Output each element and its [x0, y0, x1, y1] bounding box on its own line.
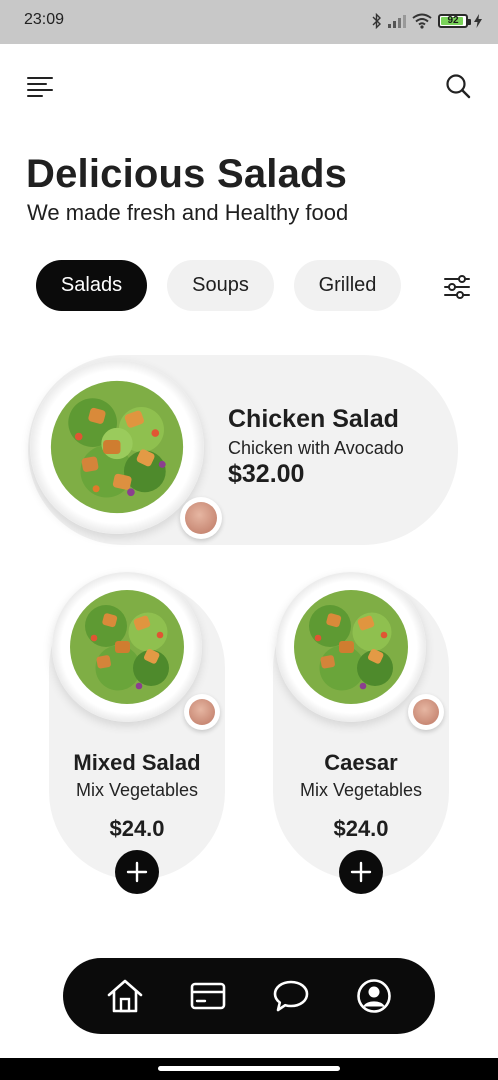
profile-icon: [356, 979, 391, 1013]
chat-icon: [273, 980, 308, 1012]
card-icon: [190, 982, 225, 1010]
featured-item-description: Chicken with Avocado: [228, 438, 404, 458]
status-time: 23:09: [24, 11, 65, 28]
nav-profile[interactable]: [352, 974, 396, 1018]
item-name: Mixed Salad: [73, 750, 201, 775]
plus-icon: [126, 861, 148, 883]
plus-icon: [350, 861, 372, 883]
battery-indicator: 92: [438, 14, 471, 28]
item-price: $24.0: [333, 816, 389, 841]
bottom-navigation: [63, 958, 435, 1034]
search-icon: [446, 74, 471, 99]
item-description: Mix Vegetables: [75, 780, 199, 800]
home-icon: [107, 979, 142, 1013]
menu-button[interactable]: [22, 68, 58, 104]
wifi-icon: [412, 13, 432, 29]
featured-item-price: $32.00: [228, 460, 305, 488]
charging-icon: [474, 14, 482, 28]
page-title: Delicious Salads: [26, 152, 348, 196]
signal-icon: [388, 15, 406, 28]
battery-level: 92: [447, 15, 459, 26]
bluetooth-icon: [372, 13, 381, 29]
nav-messages[interactable]: [269, 974, 313, 1018]
item-name: Caesar: [324, 750, 398, 775]
search-button[interactable]: [440, 68, 476, 104]
sauce-dip-image: [184, 694, 220, 730]
sliders-icon: [444, 275, 470, 299]
home-gesture-indicator[interactable]: [158, 1066, 340, 1071]
battery-cap: [468, 19, 471, 25]
item-price: $24.0: [109, 816, 165, 841]
menu-icon: [27, 77, 53, 97]
tab-salads[interactable]: Salads: [36, 260, 147, 311]
category-tabs: Salads Soups Grilled: [36, 260, 401, 311]
nav-payments[interactable]: [186, 974, 230, 1018]
nav-home[interactable]: [103, 974, 147, 1018]
filter-button[interactable]: [438, 268, 476, 306]
tab-soups[interactable]: Soups: [167, 260, 274, 311]
status-icons: 92: [372, 10, 482, 32]
salad-plate-image: [52, 572, 202, 722]
system-navigation-bar: [0, 1058, 498, 1080]
featured-item-name: Chicken Salad: [228, 405, 399, 433]
sauce-dip-image: [408, 694, 444, 730]
page-subtitle: We made fresh and Healthy food: [27, 200, 349, 225]
add-to-cart-button[interactable]: [115, 850, 159, 894]
status-bar: 23:09 92: [0, 0, 498, 44]
salad-plate-image: [276, 572, 426, 722]
item-description: Mix Vegetables: [299, 780, 423, 800]
salad-plate-image: [30, 360, 204, 534]
top-bar: [0, 56, 498, 116]
tab-grilled[interactable]: Grilled: [294, 260, 401, 311]
add-to-cart-button[interactable]: [339, 850, 383, 894]
sauce-dip-image: [180, 497, 222, 539]
